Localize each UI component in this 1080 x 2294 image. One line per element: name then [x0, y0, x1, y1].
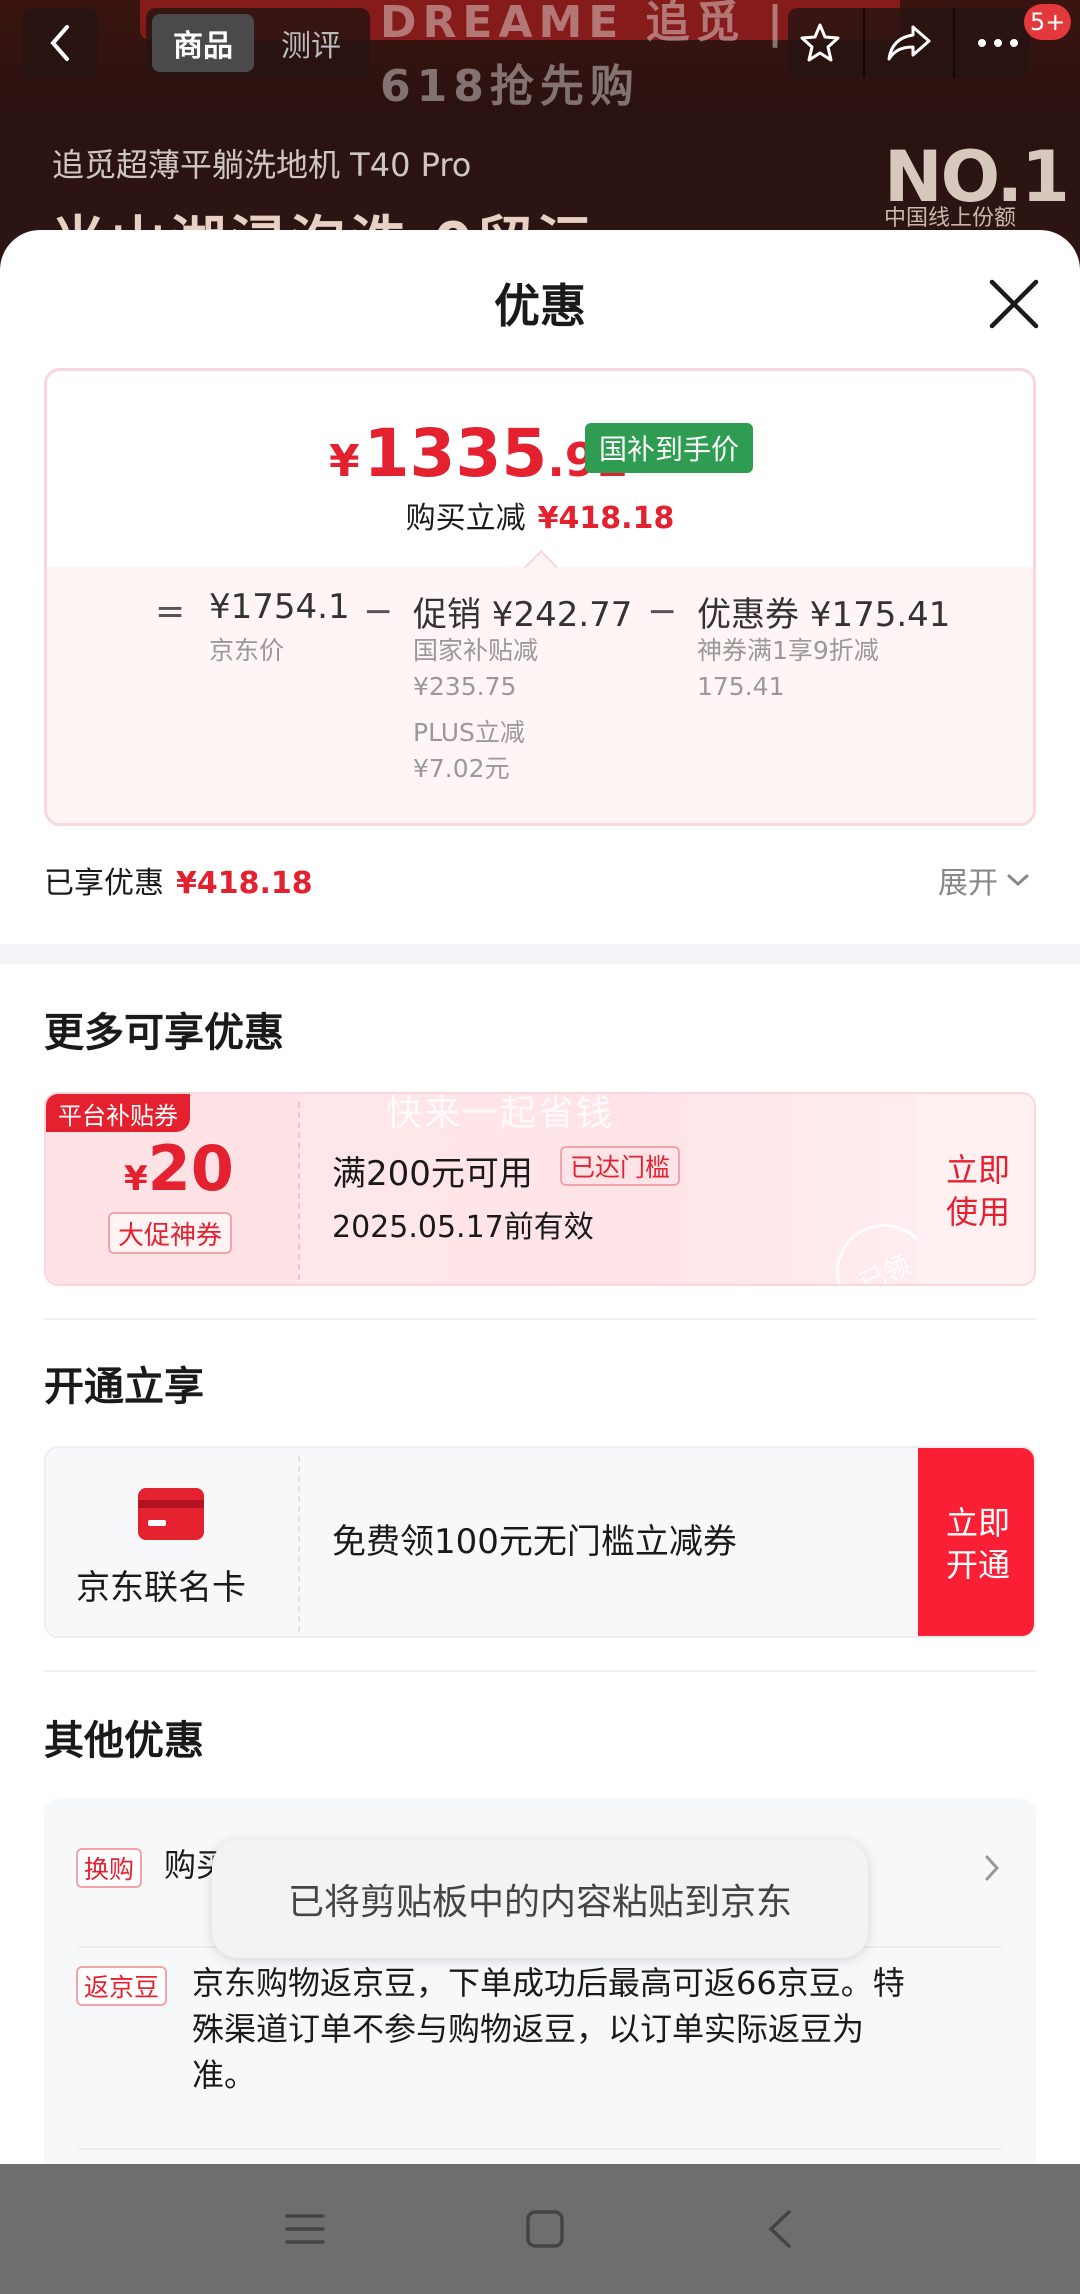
use-line-2: 使用 — [945, 1193, 1010, 1231]
plus-reduction-label: PLUS立减 — [413, 718, 525, 747]
reduce-label: 购买立减 — [405, 501, 526, 536]
chevron-right-icon[interactable] — [984, 1854, 1000, 1882]
final-price: ¥ 1335 .92 — [329, 415, 629, 492]
top-tabs: 商品 测评 — [146, 8, 370, 78]
tab-goods[interactable]: 商品 — [152, 14, 254, 72]
list-divider — [78, 2148, 1002, 2150]
national-subsidy-label: 国家补贴减 — [413, 636, 539, 665]
star-icon[interactable] — [798, 21, 842, 65]
back-button[interactable] — [22, 8, 98, 78]
notification-badge: 5+ — [1024, 4, 1072, 40]
jd-beans-text-line-1: 京东购物返京豆，下单成功后最高可返66京豆。特 — [192, 1964, 905, 2002]
coupon-currency: ¥ — [124, 1159, 148, 1199]
trade-in-tag: 换购 — [76, 1848, 143, 1888]
tab-reviews[interactable]: 测评 — [260, 14, 362, 72]
chevron-down-icon — [1007, 874, 1029, 887]
jd-beans-tag: 返京豆 — [76, 1966, 168, 2006]
menu-icon[interactable] — [285, 2212, 325, 2246]
minus-sign: − — [363, 591, 394, 632]
open-card-button[interactable]: 立即 开通 — [918, 1448, 1034, 1636]
system-nav-bar — [0, 2164, 1080, 2294]
threshold-reached-badge: 已达门槛 — [560, 1146, 681, 1186]
subsidy-price-tag: 国补到手价 — [585, 423, 754, 473]
action-separator — [953, 8, 956, 78]
plus-reduction-value: ¥7.02元 — [413, 754, 510, 783]
jd-price-label: 京东价 — [209, 636, 285, 665]
reduce-value: ¥418.18 — [537, 501, 675, 536]
home-icon[interactable] — [525, 2209, 565, 2249]
price-currency: ¥ — [329, 436, 360, 487]
card-divider — [298, 1456, 300, 1632]
price-breakdown-card: ¥ 1335 .92 国补到手价 购买立减 ¥418.18 = ¥1754.1 京… — [44, 368, 1036, 826]
membership-title: 开通立享 — [44, 1364, 204, 1410]
card-icon — [138, 1488, 204, 1540]
use-coupon-button[interactable]: 立即 使用 — [918, 1094, 1034, 1284]
minus-sign: − — [647, 591, 678, 632]
product-subtitle: 追觅超薄平躺洗地机 T40 Pro — [52, 146, 472, 184]
card-name: 京东联名卡 — [76, 1568, 246, 1608]
purchase-reduction: 购买立减 ¥418.18 — [47, 493, 1033, 537]
coupon-sub-label: 神券满1享9折减 — [697, 636, 879, 665]
top-actions — [788, 8, 1030, 78]
promo-value: 促销 ¥242.77 — [413, 595, 633, 635]
coupon-sub-value: 175.41 — [697, 672, 785, 701]
coupon-amount: ¥ 20 — [124, 1132, 234, 1205]
coupon-expiry: 2025.05.17前有效 — [332, 1210, 594, 1245]
clipboard-toast: 已将剪贴板中的内容粘贴到京东 — [212, 1840, 868, 1958]
coupon-watermark: 快来一起省钱 — [386, 1093, 615, 1134]
action-separator — [862, 8, 865, 78]
jd-price-value: ¥1754.1 — [209, 587, 350, 627]
expand-label: 展开 — [938, 866, 998, 901]
coupon-value: 优惠券 ¥175.41 — [697, 595, 951, 635]
divider — [44, 1318, 1036, 1320]
coupon-number: 20 — [147, 1132, 234, 1205]
enjoyed-value: ¥418.18 — [176, 866, 313, 901]
enjoyed-label: 已享优惠 — [44, 866, 164, 901]
coupon-tag: 平台补贴券 — [46, 1094, 190, 1132]
screen: { "background_page": { "banner_text": "D… — [0, 0, 1080, 2294]
equals-sign: = — [155, 591, 186, 632]
more-offers-title: 更多可享优惠 — [44, 1010, 284, 1056]
jd-beans-text-line-2: 殊渠道订单不参与购物返豆，以订单实际返豆为 — [192, 2010, 865, 2048]
divider — [44, 1670, 1036, 1672]
discount-sheet: 优惠 ¥ 1335 .92 国补到手价 购买立减 ¥418.18 = ¥1754.… — [0, 230, 1080, 2294]
other-offers-title: 其他优惠 — [44, 1718, 204, 1764]
share-icon[interactable] — [885, 21, 933, 65]
use-line-1: 立即 — [945, 1151, 1010, 1189]
coupon-condition: 满200元可用 — [332, 1154, 533, 1194]
price-integer: 1335 — [363, 415, 548, 492]
expand-button[interactable]: 展开 — [938, 858, 1030, 902]
national-subsidy-value: ¥235.75 — [413, 672, 517, 701]
platform-coupon: 平台补贴券 ¥ 20 大促神券 快来一起省钱 满200元可用 已达门槛 2025… — [44, 1092, 1036, 1286]
ranking-caption: 中国线上份额 — [884, 206, 1017, 231]
section-gap — [0, 944, 1080, 964]
close-icon[interactable] — [984, 274, 1044, 334]
enjoyed-discount: 已享优惠 ¥418.18 — [44, 858, 313, 902]
jd-cobrand-card-offer: 京东联名卡 免费领100元无门槛立减券 立即开通 — [44, 1446, 1036, 1638]
more-icon[interactable] — [976, 37, 1020, 49]
card-offer-text: 免费领100元无门槛立减券 — [332, 1522, 737, 1562]
coupon-divider — [298, 1102, 300, 1280]
back-icon — [50, 25, 69, 61]
coupon-type: 大促神券 — [108, 1212, 233, 1254]
open-line-2: 开通 — [945, 1546, 1010, 1584]
open-line-1: 立即 — [945, 1504, 1010, 1542]
sheet-title: 优惠 — [494, 279, 586, 333]
back-nav-icon[interactable] — [765, 2209, 795, 2249]
jd-beans-text-line-3: 准。 — [192, 2056, 257, 2094]
